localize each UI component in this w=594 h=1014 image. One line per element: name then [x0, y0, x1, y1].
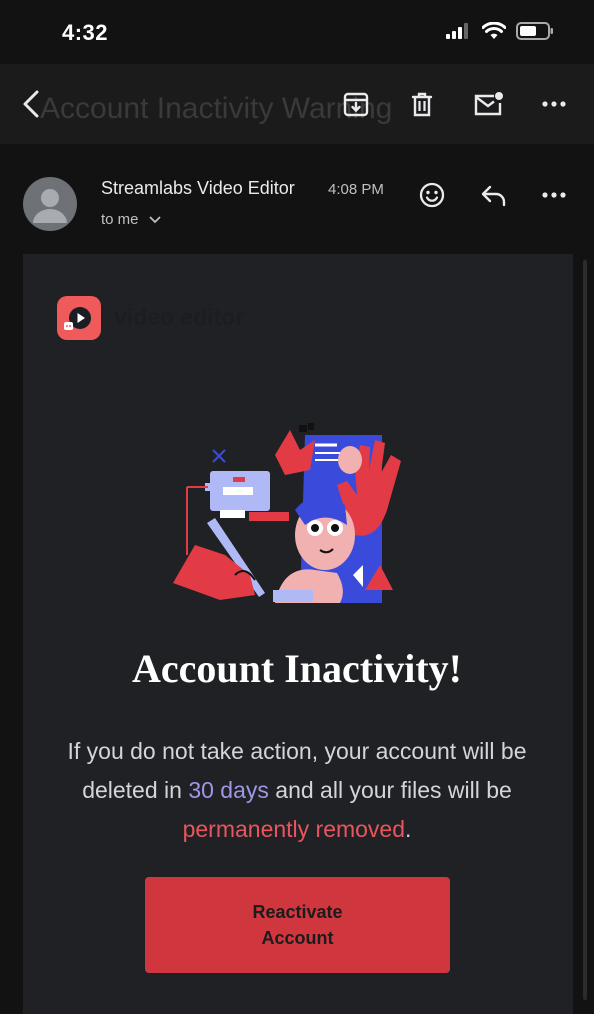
- email-headline: Account Inactivity!: [132, 646, 462, 691]
- chevron-down-icon: [148, 215, 161, 223]
- message-more-button[interactable]: [536, 177, 572, 213]
- reply-icon: [481, 185, 506, 207]
- status-time: 4:32: [62, 20, 109, 45]
- mark-unread-button[interactable]: [470, 86, 506, 122]
- recipients-toggle[interactable]: to me: [101, 211, 161, 228]
- sent-time: 4:08 PM: [328, 181, 384, 198]
- archive-icon: [343, 92, 369, 117]
- removed-highlight: permanently removed: [182, 816, 406, 842]
- inactivity-illustration: [173, 423, 401, 603]
- logo-text: video editor: [114, 304, 245, 330]
- more-options-button[interactable]: [536, 86, 572, 122]
- signal-icon: [446, 23, 468, 39]
- mark-unread-icon: [474, 92, 503, 116]
- sender-avatar[interactable]: [23, 177, 77, 231]
- back-arrow-icon: [23, 90, 39, 118]
- message-part-3: .: [405, 816, 412, 842]
- video-editor-logo-icon: [57, 296, 101, 340]
- delete-button[interactable]: [404, 86, 440, 122]
- person-icon: [33, 189, 67, 223]
- wifi-icon: [482, 22, 506, 39]
- back-button[interactable]: [14, 86, 50, 122]
- reactivate-label: Reactivate Account: [252, 902, 343, 948]
- status-icons: [446, 22, 554, 40]
- sender-name[interactable]: Streamlabs Video Editor: [101, 178, 295, 199]
- reply-button[interactable]: [476, 177, 512, 213]
- trash-icon: [411, 92, 433, 117]
- email-message: If you do not take action, your account …: [40, 732, 554, 849]
- days-highlight: 30 days: [188, 777, 269, 803]
- archive-button[interactable]: [338, 86, 374, 122]
- scrollbar[interactable]: [583, 260, 587, 1000]
- reactivate-account-button[interactable]: Reactivate Account: [145, 877, 450, 973]
- message-part-2: and all your files will be: [268, 777, 512, 803]
- emoji-icon: [419, 182, 445, 208]
- battery-icon: [516, 22, 553, 40]
- more-icon: [542, 192, 566, 198]
- react-button[interactable]: [414, 177, 450, 213]
- recipients-label: to me: [101, 211, 139, 228]
- more-icon: [542, 101, 566, 107]
